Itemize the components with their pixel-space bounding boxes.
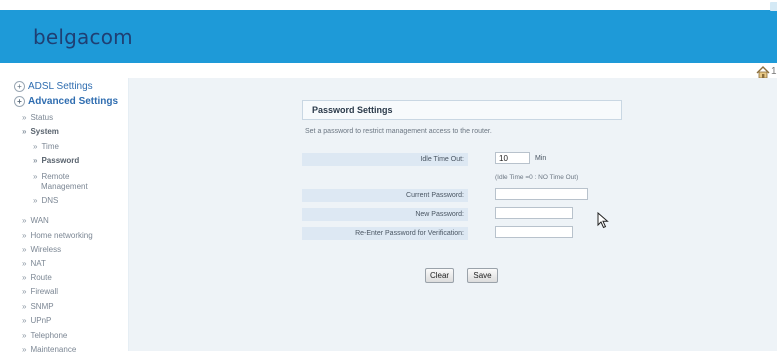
reenter-password-input[interactable] [495, 226, 573, 238]
sidebar-item-wan[interactable]: » WAN [22, 216, 49, 226]
expand-plus-icon: + [14, 81, 25, 92]
sidebar-item-label: Management [41, 182, 88, 191]
sidebar-item-time[interactable]: » Time [33, 142, 59, 152]
sidebar-item-system[interactable]: » System [22, 127, 59, 137]
bullet-arrow-icon: » [33, 196, 38, 205]
sidebar-item-label: Firewall [30, 287, 59, 296]
idle-timeout-hint: (Idle Time =0 : NO Time Out) [495, 174, 579, 181]
header-bar: belgacom [0, 10, 777, 63]
sidebar-item-management[interactable]: Management [41, 182, 88, 192]
mouse-cursor-icon [597, 212, 609, 229]
idle-timeout-unit: Min [535, 155, 547, 162]
sidebar-item-label: Telephone [30, 331, 68, 340]
sidebar-item-label: Wireless [30, 245, 62, 254]
sidebar-item-nat[interactable]: » NAT [22, 259, 46, 269]
sidebar-item-remote[interactable]: » Remote [33, 172, 69, 182]
sidebar-item-maintenance[interactable]: » Maintenance [22, 345, 76, 355]
sidebar-item-advanced-settings[interactable]: + Advanced Settings [14, 96, 118, 107]
clear-button[interactable]: Clear [425, 268, 454, 283]
sidebar-item-label: Remote [41, 172, 70, 181]
sidebar-item-firewall[interactable]: » Firewall [22, 287, 58, 297]
reenter-password-label: Re-Enter Password for Verification: [302, 227, 468, 240]
sidebar-item-adsl-settings[interactable]: + ADSL Settings [14, 81, 93, 92]
sidebar-item-label: UPnP [30, 316, 52, 325]
sidebar-item-snmp[interactable]: » SNMP [22, 302, 54, 312]
bullet-arrow-icon: » [33, 142, 38, 151]
sidebar-item-route[interactable]: » Route [22, 273, 52, 283]
bullet-arrow-icon: » [22, 302, 27, 311]
sidebar-item-label: Home networking [30, 231, 93, 240]
sidebar-item-status[interactable]: » Status [22, 113, 53, 123]
current-password-label: Current Password: [302, 189, 468, 202]
bullet-arrow-icon: » [22, 259, 27, 268]
sidebar-item-password[interactable]: » Password [33, 156, 79, 166]
bullet-arrow-icon: » [22, 316, 27, 325]
bullet-arrow-icon: » [22, 216, 27, 225]
bullet-arrow-icon: » [33, 156, 38, 165]
new-password-label: New Password: [302, 208, 468, 221]
sidebar-item-label: NAT [30, 259, 46, 268]
sidebar-item-label: DNS [41, 196, 59, 205]
idle-timeout-label: Idle Time Out: [302, 153, 468, 166]
home-link-partial[interactable]: 1 [771, 66, 777, 77]
bullet-arrow-icon: » [22, 345, 27, 354]
sidebar-item-upnp[interactable]: » UPnP [22, 316, 51, 326]
sidebar-item-label: Route [30, 273, 52, 282]
sidebar-item-label: Password [41, 156, 80, 165]
sidebar-item-label: Advanced Settings [28, 96, 119, 108]
panel-header: Password Settings [302, 100, 622, 120]
sidebar: + ADSL Settings + Advanced Settings » Statu… [0, 78, 129, 354]
sidebar-item-label: Maintenance [30, 345, 77, 354]
new-password-input[interactable] [495, 207, 573, 219]
sidebar-item-label: SNMP [30, 302, 54, 311]
expand-plus-icon: + [14, 96, 25, 107]
sidebar-item-dns[interactable]: » DNS [33, 196, 58, 206]
bullet-arrow-icon: » [33, 172, 38, 181]
idle-timeout-input[interactable] [495, 152, 530, 164]
sidebar-item-label: WAN [30, 216, 49, 225]
bullet-arrow-icon: » [22, 231, 27, 240]
top-right-button[interactable] [770, 2, 777, 11]
panel-description: Set a password to restrict management ac… [305, 128, 492, 135]
belgacom-logo: belgacom [33, 25, 133, 49]
sidebar-item-label: Time [41, 142, 59, 151]
sidebar-item-label: Status [30, 113, 54, 122]
bullet-arrow-icon: » [22, 245, 27, 254]
bullet-arrow-icon: » [22, 273, 27, 282]
sidebar-item-wireless[interactable]: » Wireless [22, 245, 61, 255]
panel-title: Password Settings [312, 105, 393, 115]
bullet-arrow-icon: » [22, 113, 27, 122]
sidebar-item-label: ADSL Settings [28, 81, 93, 93]
bullet-arrow-icon: » [22, 287, 27, 296]
save-button[interactable]: Save [467, 268, 498, 283]
current-password-input[interactable] [495, 188, 588, 200]
bullet-arrow-icon: » [22, 331, 27, 340]
sidebar-item-label: System [30, 127, 59, 136]
bullet-arrow-icon: » [22, 127, 27, 136]
sidebar-item-home-networking[interactable]: » Home networking [22, 231, 93, 241]
sidebar-item-telephone[interactable]: » Telephone [22, 331, 67, 341]
